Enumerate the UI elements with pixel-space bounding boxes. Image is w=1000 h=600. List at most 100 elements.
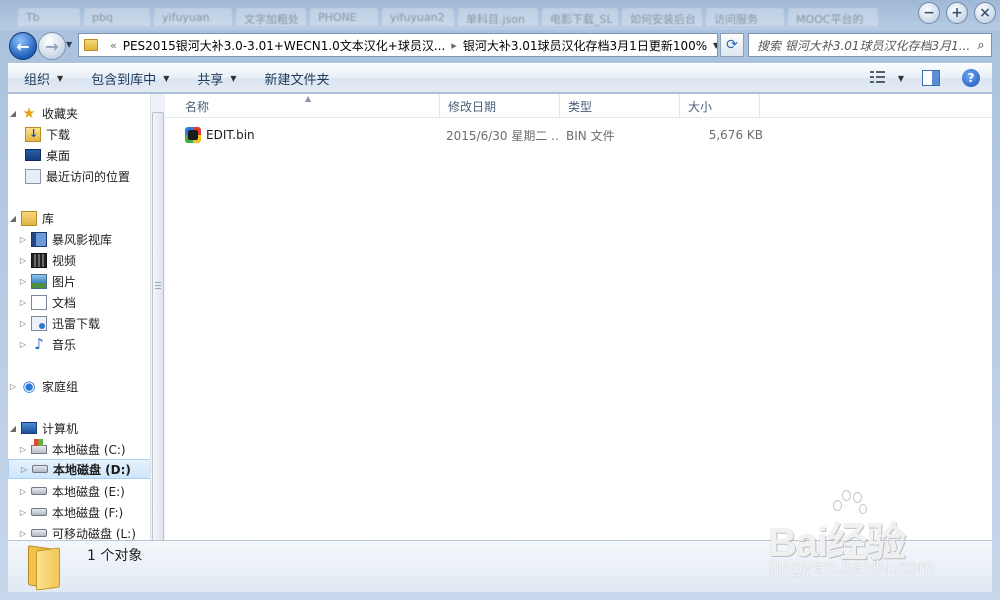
include-in-library-menu[interactable]: 包含到库中 ▼ (75, 64, 181, 92)
desktop-icon (25, 149, 41, 161)
tree-label: 文档 (52, 295, 77, 310)
bin-file-icon (185, 127, 201, 143)
column-header-size[interactable]: 大小 (680, 94, 760, 118)
column-headers: ▲ 名称 修改日期 类型 大小 (165, 94, 992, 118)
library-icon (21, 210, 37, 226)
breadcrumb-item[interactable]: PES2015银河大补3.0-3.01+WECN1.0文本汉化+球员汉... (123, 37, 446, 54)
breadcrumb-separator-icon[interactable]: ▸ (451, 39, 457, 52)
tree-drive-e[interactable]: ▷ 本地磁盘 (E:) (18, 481, 125, 501)
collapsed-icon[interactable]: ▷ (18, 508, 28, 517)
scrollbar-thumb[interactable] (152, 112, 164, 564)
collapsed-icon[interactable]: ▷ (18, 298, 28, 307)
background-tab: yifuyuan2 (382, 8, 454, 26)
tree-documents[interactable]: ▷ 文档 (18, 292, 76, 312)
collapsed-icon[interactable]: ▷ (18, 235, 28, 244)
drive-icon (31, 487, 47, 495)
tree-drive-l[interactable]: ▷ 可移动磁盘 (L:) (18, 523, 136, 541)
file-name-cell: EDIT.bin (185, 124, 445, 146)
tree-label: 库 (42, 211, 55, 226)
tree-homegroup[interactable]: ▷ ◉ 家庭组 (8, 376, 78, 396)
tree-xunlei-downloads[interactable]: ▷ 迅雷下载 (18, 313, 100, 333)
preview-pane-icon[interactable] (922, 70, 940, 86)
navigation-scrollbar[interactable] (150, 94, 165, 564)
close-button[interactable]: × (974, 2, 996, 24)
tree-drive-d[interactable]: ▷ 本地磁盘 (D:) (8, 459, 150, 479)
collapsed-icon[interactable]: ▷ (18, 319, 28, 328)
tree-libraries[interactable]: ◢ 库 (8, 208, 54, 228)
tree-recent-places[interactable]: 最近访问的位置 (22, 166, 130, 186)
background-tab: Tb (18, 8, 80, 26)
command-bar: 组织 ▼ 包含到库中 ▼ 共享 ▼ 新建文件夹 ▼ ? (8, 63, 992, 93)
file-list-pane: ▲ 名称 修改日期 类型 大小 EDIT.bin 2015/6/30 星期二 .… (165, 94, 992, 540)
organize-menu[interactable]: 组织 ▼ (8, 64, 75, 92)
tree-label: 本地磁盘 (E:) (52, 484, 125, 499)
view-dropdown-icon[interactable]: ▼ (898, 74, 904, 83)
homegroup-icon: ◉ (22, 377, 36, 395)
expand-icon[interactable]: ◢ (8, 109, 18, 118)
address-bar[interactable]: « PES2015银河大补3.0-3.01+WECN1.0文本汉化+球员汉...… (78, 33, 718, 57)
system-drive-icon (31, 438, 47, 454)
refresh-button[interactable]: ⟳ (720, 33, 744, 57)
collapsed-icon[interactable]: ▷ (18, 277, 28, 286)
collapsed-icon[interactable]: ▷ (19, 465, 29, 474)
window-controls: − + × (918, 2, 996, 24)
column-header-modified[interactable]: 修改日期 (440, 94, 560, 118)
picture-library-icon (31, 273, 47, 289)
collapsed-icon[interactable]: ▷ (18, 445, 28, 454)
magnifier-icon[interactable]: ⌕ (971, 38, 991, 53)
xunlei-library-icon (31, 315, 47, 331)
collapsed-icon[interactable]: ▷ (18, 529, 28, 538)
collapsed-icon[interactable]: ▷ (18, 256, 28, 265)
back-button[interactable]: ← (9, 32, 37, 60)
tree-favorites[interactable]: ◢ ★ 收藏夹 (8, 103, 78, 123)
file-size: 5,676 KB (708, 128, 763, 142)
tree-computer[interactable]: ◢ 计算机 (8, 418, 78, 438)
tree-desktop[interactable]: 桌面 (22, 145, 70, 165)
minimize-button[interactable]: − (918, 2, 940, 24)
organize-label: 组织 (24, 72, 51, 88)
tree-label: 最近访问的位置 (46, 169, 131, 184)
music-note-icon: ♪ (34, 335, 44, 353)
search-input[interactable]: 搜索 银河大补3.01球员汉化存档3月1... ⌕ (748, 33, 992, 57)
new-folder-button[interactable]: 新建文件夹 (249, 64, 342, 92)
tree-label: 视频 (52, 253, 77, 268)
document-library-icon (31, 294, 47, 310)
tree-music[interactable]: ▷ ♪ 音乐 (18, 334, 76, 354)
tree-pictures[interactable]: ▷ 图片 (18, 271, 76, 291)
address-dropdown-icon[interactable]: ▼ (707, 41, 717, 50)
tree-drive-c[interactable]: ▷ 本地磁盘 (C:) (18, 438, 126, 459)
tree-label: 暴风影视库 (52, 232, 113, 247)
tree-videos[interactable]: ▷ 视频 (18, 250, 76, 270)
folder-icon (28, 545, 64, 591)
drive-icon (31, 508, 47, 516)
chevron-down-icon: ▼ (57, 73, 64, 83)
expand-icon[interactable]: ◢ (8, 424, 18, 433)
share-menu[interactable]: 共享 ▼ (181, 64, 248, 92)
collapsed-icon[interactable]: ▷ (18, 487, 28, 496)
tree-storm-library[interactable]: ▷ 暴风影视库 (18, 229, 112, 249)
background-tab: yifuyuan (154, 8, 232, 26)
collapsed-icon[interactable]: ▷ (18, 340, 28, 349)
recent-pages-dropdown-icon[interactable]: ▼ (66, 40, 76, 52)
storm-library-icon (31, 231, 47, 247)
column-header-type[interactable]: 类型 (560, 94, 680, 118)
tree-downloads[interactable]: 下载 (22, 124, 70, 144)
column-header-name[interactable]: 名称 (177, 94, 440, 118)
change-view-icon[interactable] (869, 71, 886, 85)
include-in-library-label: 包含到库中 (91, 72, 157, 88)
chevron-down-icon: ▼ (163, 73, 170, 83)
navigation-bar: ← → ▼ « PES2015银河大补3.0-3.01+WECN1.0文本汉化+… (0, 30, 1000, 62)
search-placeholder: 搜索 银河大补3.01球员汉化存档3月1... (757, 38, 971, 53)
file-row[interactable]: EDIT.bin 2015/6/30 星期二 ... BIN 文件 5,676 … (175, 124, 765, 146)
breadcrumb-item[interactable]: 银河大补3.01球员汉化存档3月1日更新100% (463, 37, 707, 54)
expand-icon[interactable]: ◢ (8, 214, 18, 223)
background-tab: 文字加粗处 (236, 8, 306, 26)
tree-label: 图片 (52, 274, 77, 289)
maximize-button[interactable]: + (946, 2, 968, 24)
tree-drive-f[interactable]: ▷ 本地磁盘 (F:) (18, 502, 123, 522)
collapsed-icon[interactable]: ▷ (8, 382, 18, 391)
background-tab: MOOC平台的 (788, 8, 878, 26)
forward-button[interactable]: → (38, 32, 66, 60)
help-icon[interactable]: ? (962, 69, 980, 87)
breadcrumb-overflow[interactable]: « (110, 39, 117, 52)
